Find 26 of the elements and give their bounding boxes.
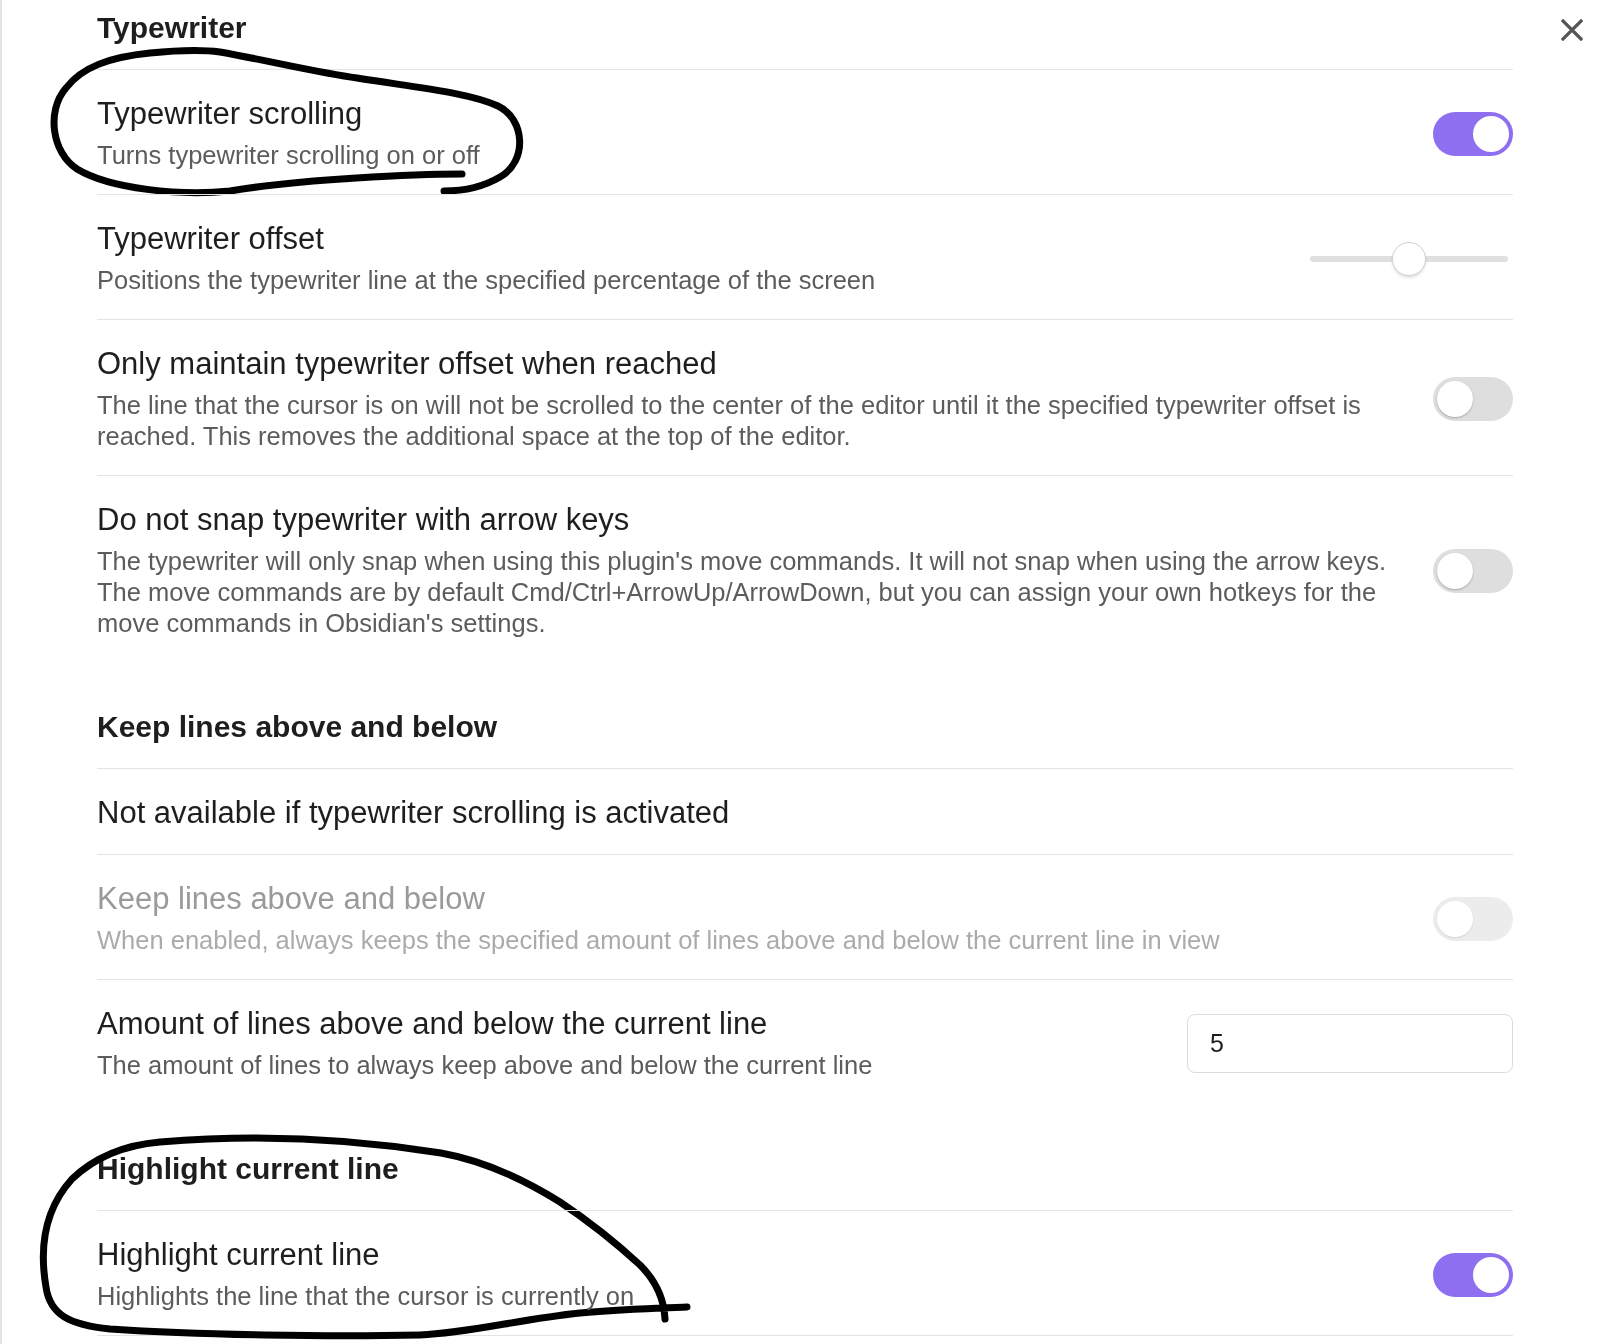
section-heading: Typewriter [97,10,247,46]
setting-description: When enabled, always keeps the specified amount of lines above and below the current line in view [97,925,1221,956]
setting-description: Positions the typewriter line at the specified percentage of the screen [97,265,877,296]
toggle-switch[interactable] [1433,111,1513,156]
toggle-switch[interactable] [1433,377,1513,421]
setting-name: Only maintain typewriter offset when reached [97,346,718,382]
number-input[interactable]: 5 [1187,1014,1513,1073]
setting-description: The line that the cursor is on will not be scrolled to the center of the editor until it the specified typewriter offset is reached. This removes the additional space at the top of the editor. [97,390,1362,452]
setting-name: Amount of lines above and below the current line [97,1006,769,1042]
setting-name: Keep lines above and below [97,881,486,917]
section-heading: Keep lines above and below [97,709,498,745]
setting-description: Turns typewriter scrolling on or off [97,140,481,171]
toggle-switch[interactable] [1433,1252,1513,1297]
setting-description: The typewriter will only snap when using this plugin's move commands. It will not snap when using the arrow keys. The move commands are by default Cmd/Ctrl+ArrowUp/ArrowDown, but you can assign your own hotkeys for the move commands in Obsidian's settings. [97,546,1387,639]
toggle-switch[interactable] [1433,548,1513,593]
setting-name: Highlight current line [97,1237,381,1273]
setting-description: The amount of lines to always keep above and below the current line [97,1050,874,1081]
setting-name: Typewriter offset [97,221,325,257]
slider-track[interactable] [1310,240,1508,277]
slider-thumb[interactable] [1392,241,1426,276]
section-heading: Highlight current line [97,1151,399,1187]
setting-name: Not available if typewriter scrolling is activated [97,795,731,831]
setting-description: Highlights the line that the cursor is currently on [97,1281,636,1312]
setting-name: Typewriter scrolling [97,96,364,132]
setting-name: Do not snap typewriter with arrow keys [97,502,631,538]
close-icon [1561,19,1583,41]
